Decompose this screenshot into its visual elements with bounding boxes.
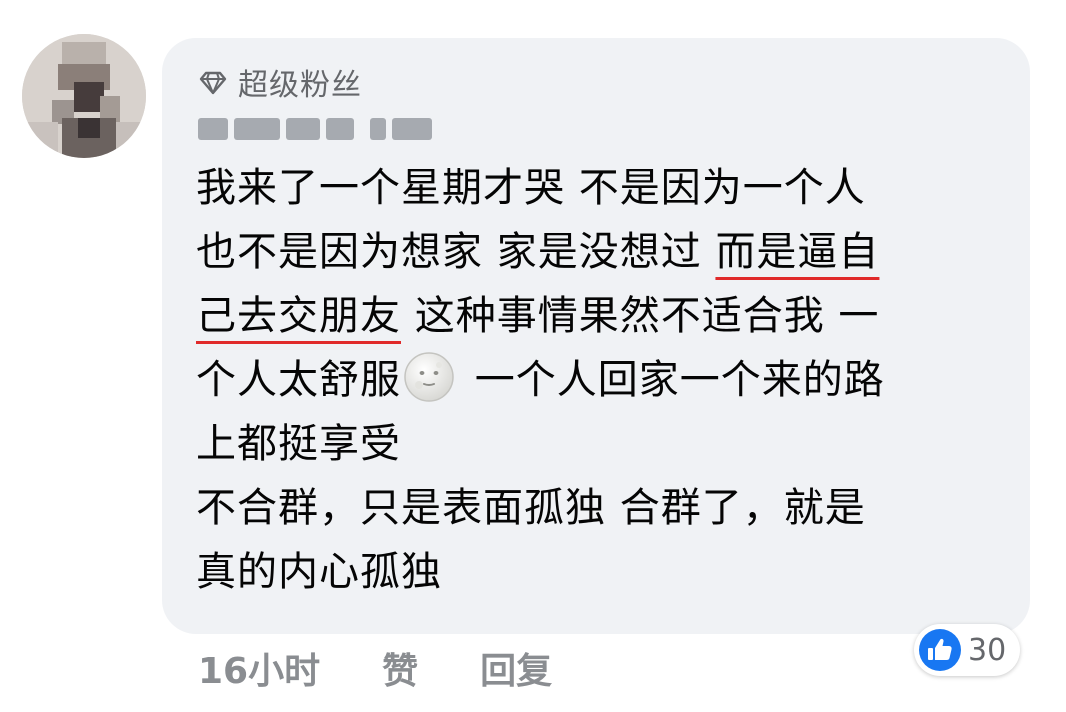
comment-line: 上都挺享受 xyxy=(196,412,1006,476)
comment-text-run: 个人太舒服 xyxy=(196,357,401,403)
like-button[interactable]: 赞 xyxy=(382,642,418,694)
comment-text-run: 这种事情果然不适合我 一 xyxy=(401,293,880,339)
comment-line: 真的内心孤独 xyxy=(196,540,1006,604)
full-moon-face-icon xyxy=(403,351,455,403)
badge-label: 超级粉丝 xyxy=(238,68,362,103)
comment-line: 不合群，只是表面孤独 合群了，就是 xyxy=(196,476,1006,540)
thumbs-up-icon xyxy=(918,628,962,672)
comment-text-run: 我来了一个星期才哭 不是因为一个人 xyxy=(196,165,866,211)
comment-line: 己去交朋友 这种事情果然不适合我 一 xyxy=(196,284,1006,348)
avatar[interactable] xyxy=(22,34,146,158)
reaction-summary[interactable]: 30 xyxy=(914,624,1020,676)
comment-text-run: 也不是因为想家 家是没想过 xyxy=(196,229,716,275)
comment-line: 个人太舒服 一个人回家一个来的路 xyxy=(196,348,1006,412)
author-name[interactable] xyxy=(198,112,432,146)
top-fan-badge[interactable]: 超级粉丝 xyxy=(198,62,362,103)
comment-body: 我来了一个星期才哭 不是因为一个人 也不是因为想家 家是没想过 而是逼自 己去交朋友… xyxy=(196,156,1006,604)
diamond-icon xyxy=(198,67,228,97)
comment-actions: 16小时 赞 回复 xyxy=(198,640,552,696)
comment-bubble: 超级粉丝 我来了一个星期才哭 不是因为一个人 也不是因为想家 家是没想过 而是逼自… xyxy=(162,38,1030,634)
comment-text-run: 一个人回家一个来的路 xyxy=(461,357,885,403)
comment-screen: 超级粉丝 我来了一个星期才哭 不是因为一个人 也不是因为想家 家是没想过 而是逼自… xyxy=(0,0,1066,712)
timestamp[interactable]: 16小时 xyxy=(198,642,320,694)
underlined-text: 己去交朋友 xyxy=(196,293,401,339)
reply-button[interactable]: 回复 xyxy=(480,642,552,694)
comment-line: 也不是因为想家 家是没想过 而是逼自 xyxy=(196,220,1006,284)
comment-text-run: 上都挺享受 xyxy=(196,421,401,467)
comment-text-run: 不合群，只是表面孤独 合群了，就是 xyxy=(196,485,866,531)
comment-line: 我来了一个星期才哭 不是因为一个人 xyxy=(196,156,1006,220)
reaction-count: 30 xyxy=(968,632,1007,668)
comment-text-run: 真的内心孤独 xyxy=(196,549,442,595)
underlined-text: 而是逼自 xyxy=(715,229,880,275)
